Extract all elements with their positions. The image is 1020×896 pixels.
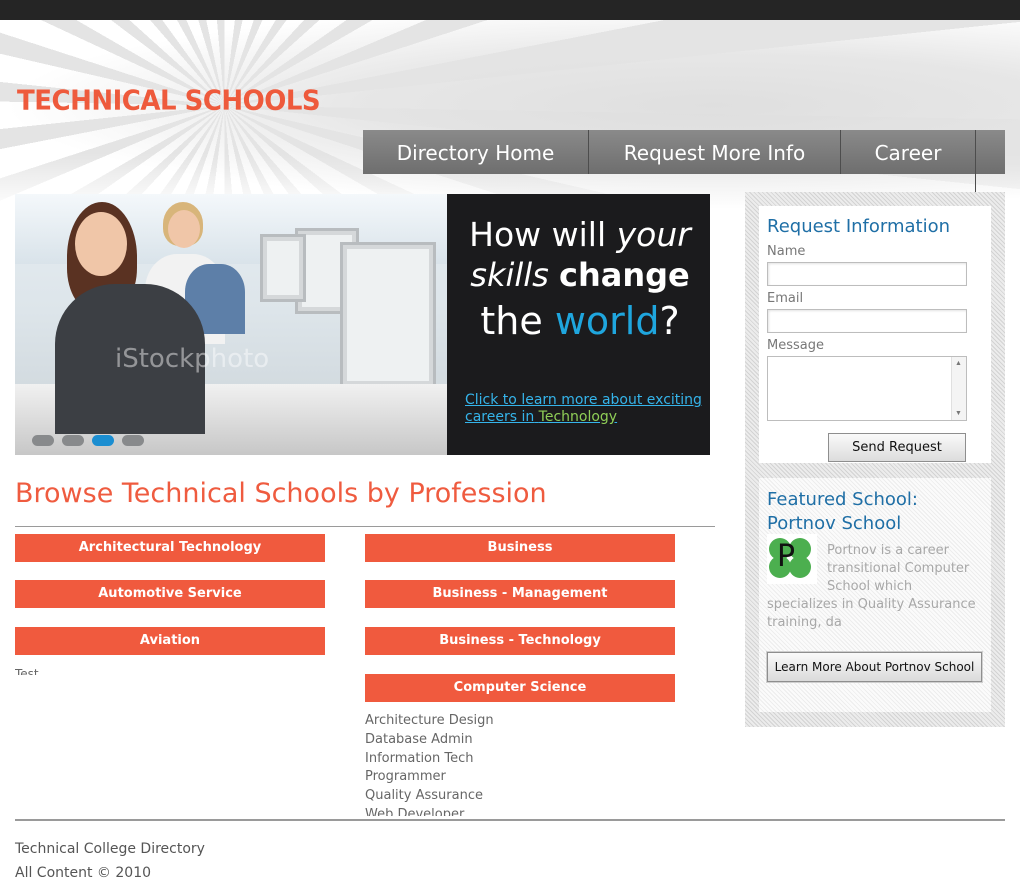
request-info-panel: Request Information Name Email Message ▲…: [759, 206, 991, 463]
message-label: Message: [767, 338, 824, 353]
browse-heading: Browse Technical Schools by Profession: [15, 478, 547, 509]
banner-woman-head: [75, 212, 127, 276]
banner-link-highlight[interactable]: Technology: [539, 409, 617, 425]
sublist-item[interactable]: Programmer: [365, 768, 665, 787]
featured-school-panel: Featured School: Portnov School Portnov …: [759, 478, 991, 712]
category-business-management[interactable]: Business - Management: [365, 580, 675, 608]
email-field[interactable]: [767, 309, 967, 333]
hero-banner[interactable]: iStockphoto How will your skills change …: [15, 194, 710, 455]
banner-person-head: [168, 210, 200, 248]
category-computer-science[interactable]: Computer Science: [365, 674, 675, 702]
category-business-technology[interactable]: Business - Technology: [365, 627, 675, 655]
message-field[interactable]: ▲ ▼: [767, 356, 967, 421]
send-request-button[interactable]: Send Request: [828, 433, 966, 462]
headline-word: How will: [469, 215, 607, 254]
slide-dot-1[interactable]: [32, 435, 54, 446]
request-info-title: Request Information: [767, 216, 951, 237]
headline-word: ?: [659, 299, 680, 343]
message-scrollbar[interactable]: ▲ ▼: [951, 357, 966, 420]
main-nav: Directory Home Request More Info Career: [363, 130, 1005, 174]
banner-watermark: iStockphoto: [115, 344, 270, 374]
headline-word: your: [616, 215, 691, 254]
slide-dot-3-active[interactable]: [92, 435, 114, 446]
category-aviation[interactable]: Aviation: [15, 627, 325, 655]
computer-science-sublist: Architecture Design Database Admin Infor…: [365, 712, 665, 816]
banner-careers-link[interactable]: Click to learn more about exciting caree…: [465, 392, 705, 426]
logo-letter: P: [777, 539, 796, 574]
sublist-item[interactable]: Web Developer: [365, 806, 665, 816]
headline-word: change: [558, 256, 690, 294]
headline-word: the: [480, 299, 543, 343]
site-logo[interactable]: TECHNICAL SCHOOLS: [17, 83, 321, 119]
featured-title-line: Featured School:: [767, 489, 918, 510]
sidebar: Request Information Name Email Message ▲…: [745, 192, 1005, 727]
portnov-logo[interactable]: P: [767, 534, 817, 584]
nav-directory-home[interactable]: Directory Home: [363, 130, 589, 174]
headline-word: skills: [470, 256, 549, 294]
email-label: Email: [767, 291, 804, 306]
category-business[interactable]: Business: [365, 534, 675, 562]
aviation-subitem[interactable]: Test: [15, 666, 39, 675]
scroll-down-icon[interactable]: ▼: [955, 410, 962, 417]
banner-monitor: [260, 234, 306, 302]
learn-more-button[interactable]: Learn More About Portnov School: [766, 651, 983, 683]
nav-request-more-info[interactable]: Request More Info: [589, 130, 841, 174]
top-bar: [0, 0, 1020, 20]
footer-divider: [15, 819, 1005, 821]
slide-dot-4[interactable]: [122, 435, 144, 446]
sublist-item[interactable]: Information Tech: [365, 750, 665, 769]
slide-dot-2[interactable]: [62, 435, 84, 446]
sublist-item[interactable]: Architecture Design: [365, 712, 665, 731]
footer-site-name: Technical College Directory: [15, 841, 205, 857]
slide-indicators: [32, 435, 144, 446]
browse-divider: [15, 526, 715, 527]
sublist-item[interactable]: Quality Assurance: [365, 787, 665, 806]
headline-word: world: [554, 299, 660, 343]
banner-monitor: [340, 242, 436, 388]
nav-divider: [975, 174, 976, 192]
featured-school-name[interactable]: Portnov School: [767, 512, 987, 536]
name-label: Name: [767, 244, 806, 259]
category-architectural-technology[interactable]: Architectural Technology: [15, 534, 325, 562]
name-field[interactable]: [767, 262, 967, 286]
category-automotive-service[interactable]: Automotive Service: [15, 580, 325, 608]
sublist-item[interactable]: Database Admin: [365, 731, 665, 750]
nav-career[interactable]: Career: [841, 130, 976, 174]
footer-copyright: All Content © 2010: [15, 865, 152, 881]
featured-school-title: Featured School: Portnov School: [767, 488, 987, 536]
scroll-up-icon[interactable]: ▲: [955, 360, 962, 367]
banner-photo: iStockphoto: [15, 194, 447, 455]
banner-headline: How will your skills change the world?: [460, 214, 700, 346]
